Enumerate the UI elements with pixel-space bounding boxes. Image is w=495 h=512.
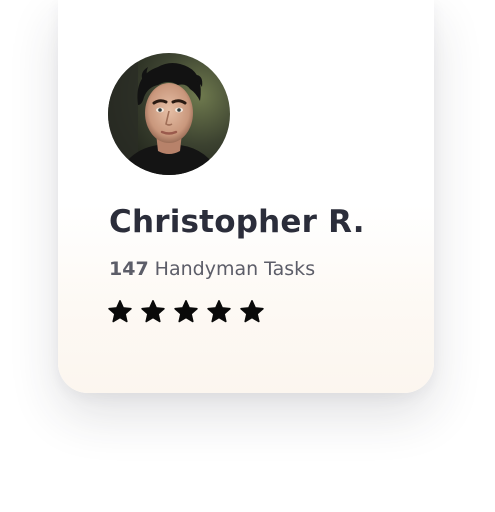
avatar xyxy=(108,53,230,175)
task-count: 147 xyxy=(109,258,149,280)
star-icon xyxy=(174,300,198,323)
task-summary: 147 Handyman Tasks xyxy=(109,258,315,280)
task-label: Handyman Tasks xyxy=(154,258,316,280)
profile-card[interactable]: Christopher R. 147 Handyman Tasks xyxy=(58,0,434,393)
star-rating xyxy=(107,299,265,325)
star-icon xyxy=(240,300,264,323)
star-icon xyxy=(108,300,132,323)
avatar-photo-icon xyxy=(108,53,230,175)
star-icon xyxy=(207,300,231,323)
star-icon xyxy=(141,300,165,323)
stage: Christopher R. 147 Handyman Tasks xyxy=(0,0,495,512)
person-name: Christopher R. xyxy=(109,204,365,240)
